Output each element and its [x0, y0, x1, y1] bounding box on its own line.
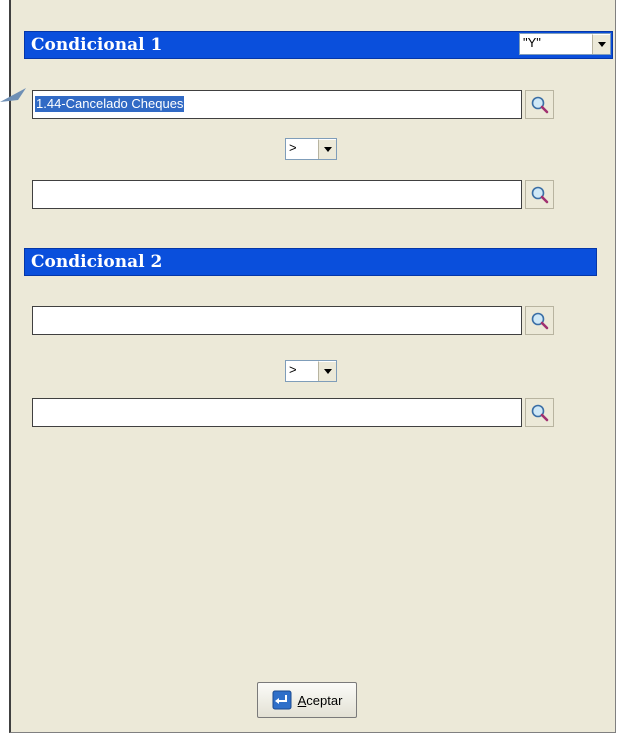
conditional-2-field-2-lookup-button[interactable] [525, 398, 554, 427]
conditional-1-operator-value: > [289, 140, 297, 155]
chevron-down-icon [597, 42, 606, 47]
conditional-1-field-2[interactable] [32, 180, 522, 209]
conditional-2-operator-value: > [289, 362, 297, 377]
conditional-2-field-2[interactable] [32, 398, 522, 427]
chevron-down-icon [323, 147, 332, 152]
conjunction-dropdown-button[interactable] [592, 34, 610, 54]
conditional-2-operator-dropdown-button[interactable] [318, 361, 336, 381]
conditional-2-title: Condicional 2 [31, 252, 163, 272]
conditional-1-operator-select[interactable]: > [285, 138, 337, 160]
magnifier-lookup-icon [531, 96, 548, 113]
magnifier-lookup-icon [531, 186, 548, 203]
conditional-1-field-1-lookup-button[interactable] [525, 90, 554, 119]
conditional-2-field-1-lookup-button[interactable] [525, 306, 554, 335]
conditional-1-title: Condicional 1 [31, 35, 163, 55]
enter-return-icon [272, 690, 292, 710]
conditional-1-field-1-value: 1.44-Cancelado Cheques [35, 96, 185, 112]
chevron-down-icon [323, 369, 332, 374]
accept-button[interactable]: Aceptar [257, 682, 357, 718]
conditional-2-field-1[interactable] [32, 306, 522, 335]
conditional-1-field-1[interactable]: 1.44-Cancelado Cheques [32, 90, 522, 119]
conjunction-value: "Y" [523, 35, 541, 50]
conditional-1-operator-dropdown-button[interactable] [318, 139, 336, 159]
conditional-2-operator-select[interactable]: > [285, 360, 337, 382]
conditional-1-field-2-lookup-button[interactable] [525, 180, 554, 209]
conjunction-select[interactable]: "Y" [519, 33, 611, 55]
accept-button-label: Aceptar [297, 692, 343, 708]
conditional-2-header: Condicional 2 [24, 248, 597, 276]
magnifier-lookup-icon [531, 404, 548, 421]
magnifier-lookup-icon [531, 312, 548, 329]
pointer-arrow-icon [0, 88, 26, 102]
